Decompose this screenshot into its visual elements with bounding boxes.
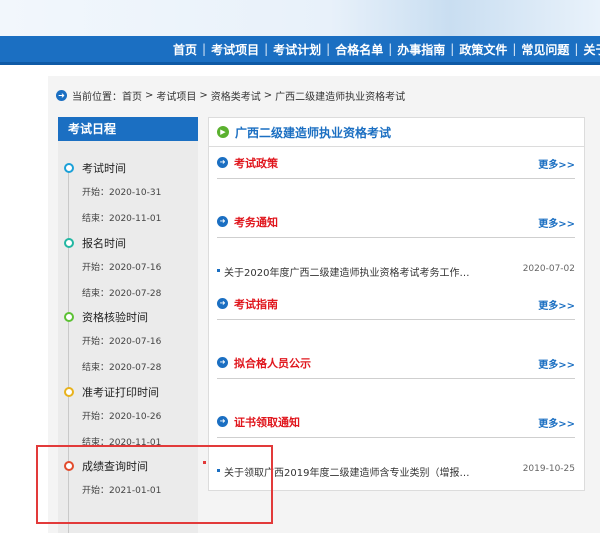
nav-item-exam-projects[interactable]: 考试项目: [206, 41, 264, 58]
breadcrumb: ➜ 当前位置： 首页 > 考试项目 > 资格类考试 > 广西二级建造师执业资格考…: [56, 86, 405, 104]
schedule-item-start: 开始：2020-07-16: [82, 263, 162, 273]
breadcrumb-separator: >: [145, 89, 154, 101]
section-title: 拟合格人员公示: [234, 357, 311, 370]
nav-item-policy-docs[interactable]: 政策文件: [454, 41, 512, 58]
schedule-item-name: 报名时间: [82, 237, 126, 250]
main-nav: 首页 | 考试项目 | 考试计划 | 合格名单 | 办事指南 | 政策文件 | …: [0, 36, 600, 65]
nav-items: 首页 | 考试项目 | 考试计划 | 合格名单 | 办事指南 | 政策文件 | …: [168, 36, 600, 62]
nav-item-home[interactable]: 首页: [168, 41, 202, 58]
bullet-icon: [217, 269, 220, 272]
nav-item-qualified-list[interactable]: 合格名单: [330, 41, 388, 58]
more-link[interactable]: 更多>>: [538, 356, 575, 371]
divider: [217, 178, 575, 179]
timeline-dot-icon: [64, 312, 74, 322]
divider: [217, 378, 575, 379]
divider: [209, 146, 584, 147]
breadcrumb-prefix: 当前位置：: [72, 91, 122, 103]
main-title: ▶ 广西二级建造师执业资格考试: [217, 124, 391, 140]
schedule-item-name: 考试时间: [82, 162, 126, 175]
arrow-right-icon: ➜: [217, 157, 228, 168]
section-title: 考试指南: [234, 298, 278, 311]
arrow-right-icon: ➜: [217, 357, 228, 368]
nav-item-about[interactable]: 关于: [578, 41, 600, 58]
timeline-dot-icon: [64, 163, 74, 173]
timeline-dot-icon: [64, 238, 74, 248]
schedule-item-end: 结束：2020-11-01: [82, 214, 162, 224]
highlight-box: [36, 445, 273, 524]
more-link[interactable]: 更多>>: [538, 415, 575, 430]
more-link[interactable]: 更多>>: [538, 297, 575, 312]
divider: [217, 437, 575, 438]
timeline-dot-icon: [64, 387, 74, 397]
divider: [217, 319, 575, 320]
location-icon: ➜: [56, 89, 67, 101]
schedule-item-end: 结束：2020-07-28: [82, 363, 162, 373]
nav-item-service-guide[interactable]: 办事指南: [392, 41, 450, 58]
breadcrumb-current[interactable]: 广西二级建造师执业资格考试: [275, 88, 405, 103]
nav-item-faq[interactable]: 常见问题: [516, 41, 574, 58]
more-link[interactable]: 更多>>: [538, 156, 575, 171]
breadcrumb-home[interactable]: 首页: [122, 88, 142, 103]
list-item[interactable]: 关于2020年度广西二级建造师执业资格考试考务工作… 2020-07-02: [217, 264, 575, 279]
breadcrumb-separator: >: [199, 89, 208, 101]
breadcrumb-separator: >: [263, 89, 273, 101]
section-title: 考试政策: [234, 157, 278, 170]
sidebar-title: 考试日程: [58, 117, 198, 141]
nav-item-exam-plan[interactable]: 考试计划: [268, 41, 326, 58]
schedule-item-end: 结束：2020-07-28: [82, 289, 162, 299]
main-title-text: 广西二级建造师执业资格考试: [235, 125, 392, 140]
arrow-right-icon: ➜: [217, 298, 228, 309]
list-item-title[interactable]: 关于2020年度广西二级建造师执业资格考试考务工作…: [224, 264, 469, 279]
schedule-item-start: 开始：2020-10-26: [82, 412, 162, 422]
more-link[interactable]: 更多>>: [538, 215, 575, 230]
divider: [217, 237, 575, 238]
schedule-item-start: 开始：2020-10-31: [82, 188, 162, 198]
schedule-item-start: 开始：2020-07-16: [82, 337, 162, 347]
breadcrumb-qualification-exams[interactable]: 资格类考试: [211, 88, 261, 103]
section-title: 证书领取通知: [234, 416, 300, 429]
schedule-item-name: 资格核验时间: [82, 311, 148, 324]
main-panel: ▶ 广西二级建造师执业资格考试 ➜ 考试政策 更多>> ➜ 考务通知 更多>> …: [208, 117, 585, 491]
list-item-date: 2019-10-25: [522, 464, 575, 474]
arrow-right-icon: ➜: [217, 216, 228, 227]
section-title: 考务通知: [234, 216, 278, 229]
breadcrumb-exam-projects[interactable]: 考试项目: [156, 88, 196, 103]
arrow-right-icon: ➜: [217, 416, 228, 427]
list-item-date: 2020-07-02: [522, 264, 575, 274]
play-icon: ▶: [217, 126, 229, 138]
header-banner: [0, 0, 600, 36]
schedule-item-name: 准考证打印时间: [82, 386, 159, 399]
